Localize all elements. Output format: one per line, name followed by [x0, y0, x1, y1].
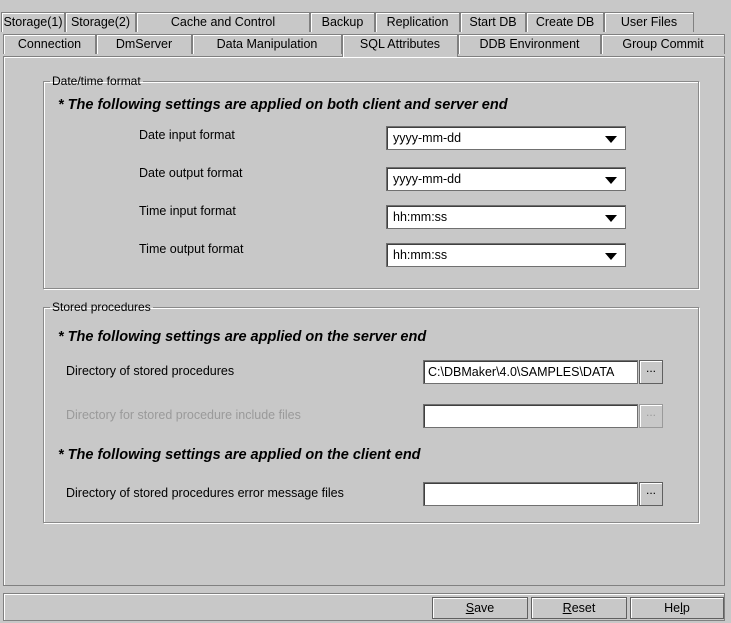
time-input-format-select[interactable]: hh:mm:ss	[386, 205, 626, 229]
reset-mnemonic: R	[562, 601, 572, 615]
chevron-down-icon[interactable]	[605, 136, 617, 143]
tab-create-db[interactable]: Create DB	[526, 12, 604, 32]
sp-error-directory-label: Directory of stored procedures error mes…	[66, 486, 344, 500]
reset-button[interactable]: Reset	[531, 597, 627, 619]
help-label-start: He	[664, 601, 681, 615]
tab-backup[interactable]: Backup	[310, 12, 375, 32]
date-input-format-value: yyyy-mm-dd	[393, 131, 462, 145]
help-label-end: p	[682, 601, 690, 615]
tab-ddb-environment[interactable]: DDB Environment	[458, 34, 601, 54]
tab-dmserver[interactable]: DmServer	[96, 34, 192, 54]
sp-include-directory-label: Directory for stored procedure include f…	[66, 408, 301, 422]
date-input-format-select[interactable]: yyyy-mm-dd	[386, 126, 626, 150]
tab-group-commit[interactable]: Group Commit	[601, 34, 725, 54]
client-end-heading: * The following settings are applied on …	[58, 447, 421, 463]
save-label-rest: ave	[474, 601, 495, 615]
stored-procedures-legend: Stored procedures	[52, 300, 151, 314]
button-bar: Save Reset Help	[3, 593, 725, 621]
sp-directory-label: Directory of stored procedures	[66, 364, 235, 378]
sql-attributes-panel: Date/time format * The following setting…	[3, 56, 725, 586]
sp-directory-browse-button[interactable]: ...	[639, 360, 663, 384]
tab-storage-1[interactable]: Storage(1)	[1, 12, 65, 32]
date-output-format-select[interactable]: yyyy-mm-dd	[386, 167, 626, 191]
server-end-heading: * The following settings are applied on …	[58, 329, 427, 345]
tab-replication[interactable]: Replication	[375, 12, 460, 32]
chevron-down-icon[interactable]	[605, 253, 617, 260]
date-input-format-label: Date input format	[139, 128, 235, 142]
time-output-format-label: Time output format	[139, 242, 244, 256]
chevron-down-icon[interactable]	[605, 215, 617, 222]
time-input-format-label: Time input format	[139, 204, 236, 218]
tab-storage-2[interactable]: Storage(2)	[65, 12, 136, 32]
save-button[interactable]: Save	[432, 597, 528, 619]
time-output-format-select[interactable]: hh:mm:ss	[386, 243, 626, 267]
sp-directory-field[interactable]: C:\DBMaker\4.0\SAMPLES\DATA	[423, 360, 638, 384]
reset-label-rest: eset	[571, 601, 596, 615]
date-output-format-label: Date output format	[139, 166, 243, 180]
time-output-format-value: hh:mm:ss	[393, 248, 448, 262]
sp-error-directory-field[interactable]	[423, 482, 638, 506]
sp-error-directory-browse-button[interactable]: ...	[639, 482, 663, 506]
help-button[interactable]: Help	[630, 597, 724, 619]
date-output-format-value: yyyy-mm-dd	[393, 172, 462, 186]
sp-include-directory-browse-button[interactable]: ...	[639, 404, 663, 428]
tab-data-manipulation[interactable]: Data Manipulation	[192, 34, 342, 54]
save-mnemonic: S	[465, 601, 475, 615]
tab-cache-and-control[interactable]: Cache and Control	[136, 12, 310, 32]
time-input-format-value: hh:mm:ss	[393, 210, 448, 224]
tab-start-db[interactable]: Start DB	[460, 12, 526, 32]
sp-include-directory-field[interactable]	[423, 404, 638, 428]
datetime-format-legend: Date/time format	[52, 74, 141, 88]
datetime-heading: * The following settings are applied on …	[58, 97, 508, 113]
chevron-down-icon[interactable]	[605, 177, 617, 184]
tab-user-files[interactable]: User Files	[604, 12, 694, 32]
tab-connection[interactable]: Connection	[3, 34, 96, 54]
tab-sql-attributes[interactable]: SQL Attributes	[342, 34, 458, 57]
